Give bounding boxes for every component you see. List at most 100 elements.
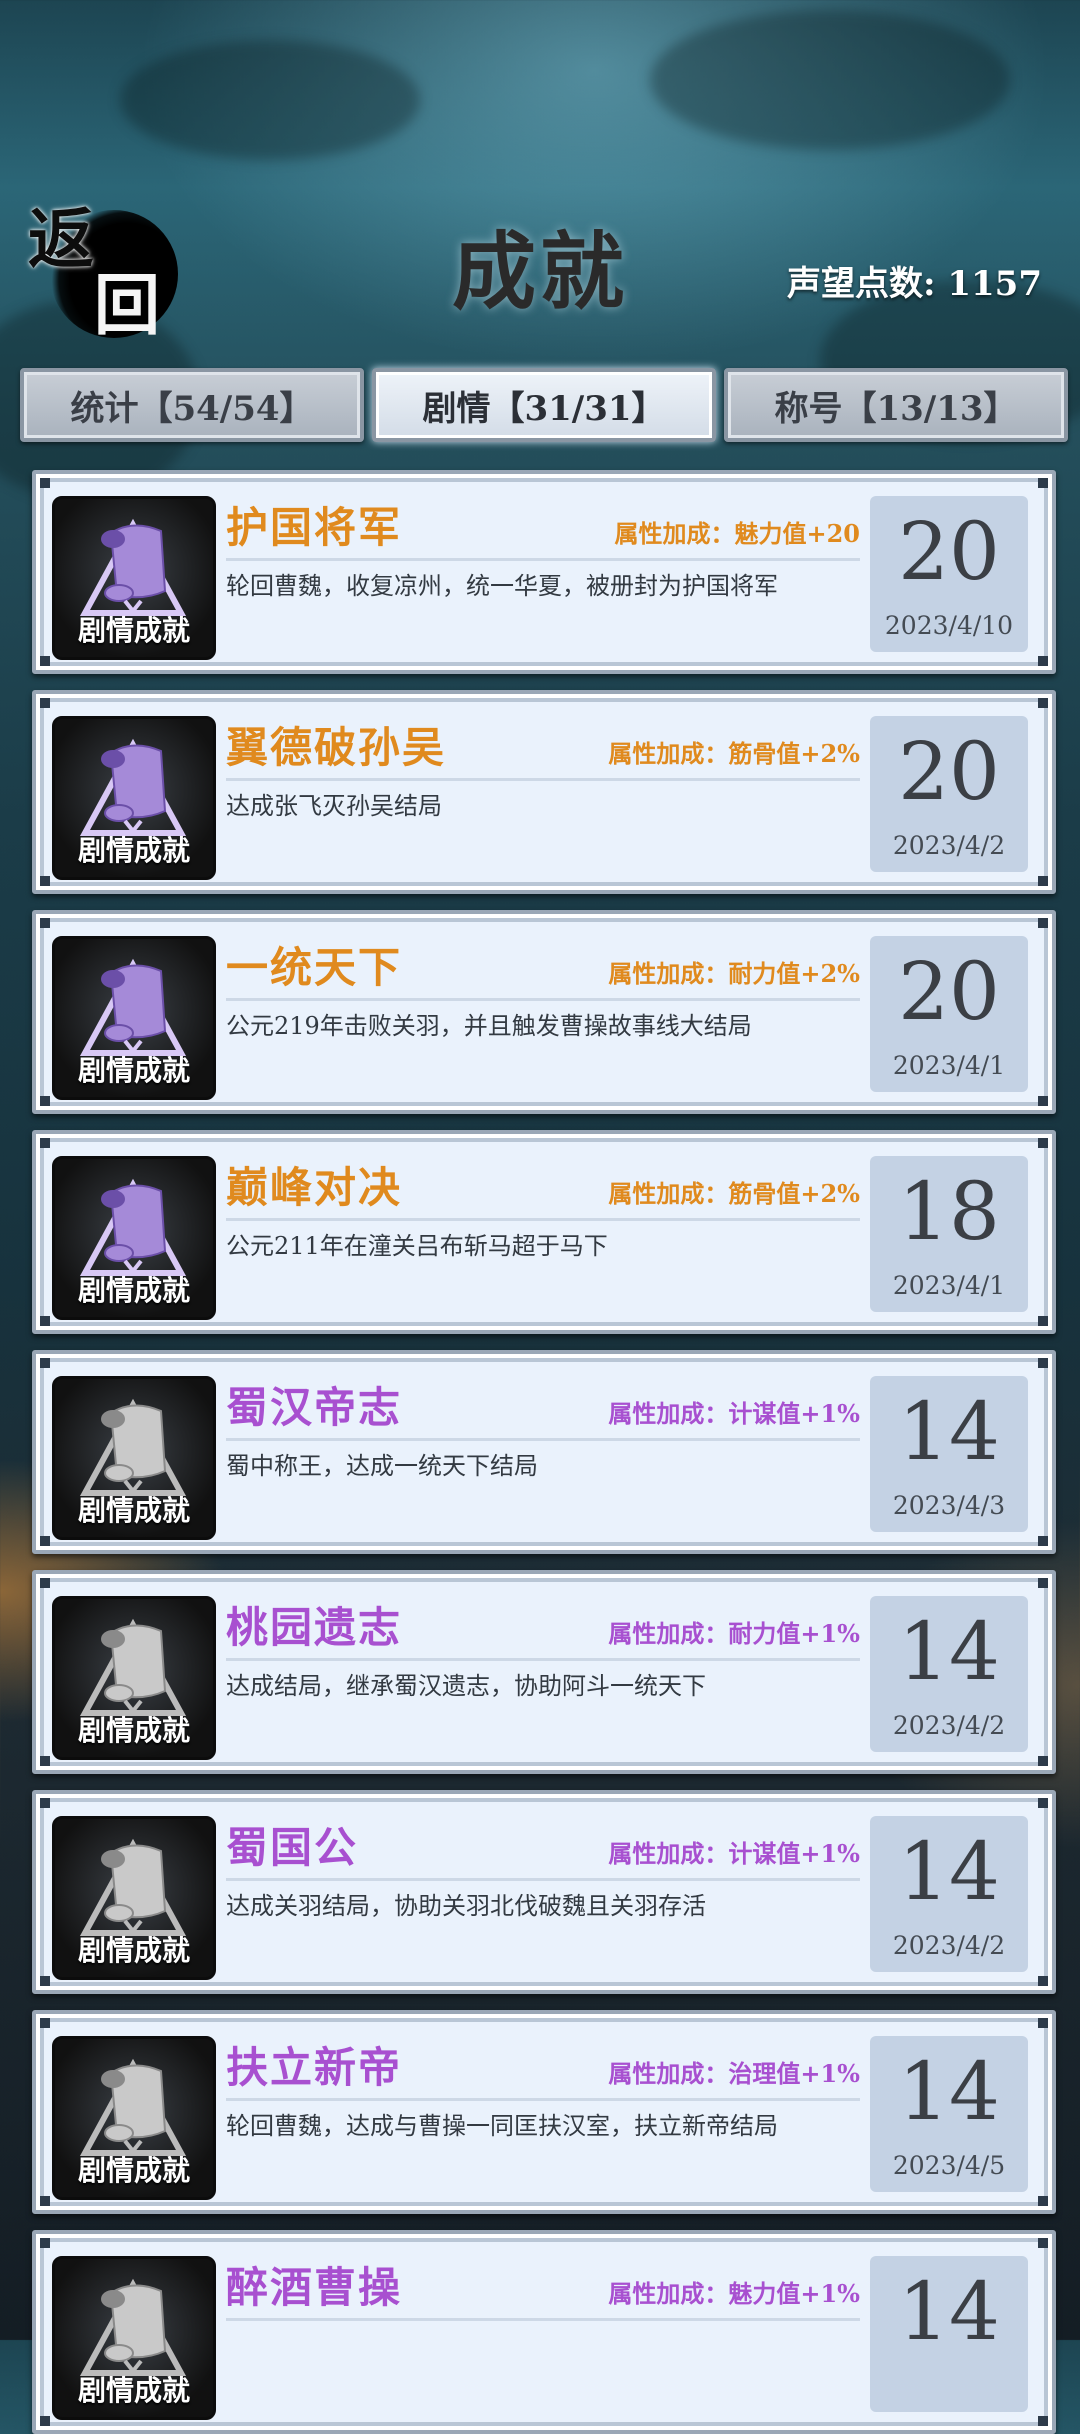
score-box: 14 2023/4/2 [870, 1816, 1028, 1972]
frame-corner [40, 2018, 50, 2028]
achievement-card[interactable]: 剧情成就 蜀国公 属性加成：计谋值+1% 达成关羽结局，协助关羽北伐破魏且关羽存活 14… [32, 1790, 1056, 1994]
achievement-description: 公元219年击败关羽，并且触发曹操故事线大结局 [226, 1012, 752, 1040]
achievement-card[interactable]: 剧情成就 醉酒曹操 属性加成：魅力值+1% 14 [32, 2230, 1056, 2434]
badge-label: 剧情成就 [77, 1274, 190, 1307]
achievement-description: 达成结局，继承蜀汉遗志，协助阿斗一统天下 [226, 1672, 706, 1700]
frame-corner [40, 1096, 50, 1106]
achievement-date: 2023/4/3 [892, 1491, 1006, 1520]
achievement-date: 2023/4/2 [892, 1931, 1006, 1960]
score-box: 20 2023/4/10 [870, 496, 1028, 652]
achievement-description: 轮回曹魏，达成与曹操一同匡扶汉室，扶立新帝结局 [226, 2112, 778, 2140]
frame-corner [40, 1756, 50, 1766]
achievement-title: 桃园遗志 [226, 1603, 403, 1652]
frame-corner [1038, 1096, 1048, 1106]
divider [226, 2098, 860, 2101]
scroll-icon [79, 1618, 187, 1716]
divider [226, 1658, 860, 1661]
achievement-description: 蜀中称王，达成一统天下结局 [226, 1452, 538, 1480]
achievement-card[interactable]: 剧情成就 桃园遗志 属性加成：耐力值+1% 达成结局，继承蜀汉遗志，协助阿斗一统天下 1… [32, 1570, 1056, 1774]
badge-label: 剧情成就 [77, 2374, 190, 2407]
achievement-card[interactable]: 剧情成就 翼德破孙吴 属性加成：筋骨值+2% 达成张飞灭孙吴结局 20 2023/4/2 [32, 690, 1056, 894]
frame-corner [1038, 2238, 1048, 2248]
foliage-shadow [650, 10, 1010, 150]
story-achievement-badge: 剧情成就 [52, 2036, 216, 2200]
story-achievement-badge: 剧情成就 [52, 1376, 216, 1540]
frame-corner [1038, 1578, 1048, 1588]
frame-corner [1038, 918, 1048, 928]
attribute-bonus: 属性加成：计谋值+1% [608, 1839, 860, 1868]
badge-label: 剧情成就 [77, 1934, 190, 1967]
frame-corner [1038, 1358, 1048, 1368]
reputation-points: 声望点数: 1157 [786, 264, 1042, 304]
frame-corner [1038, 1756, 1048, 1766]
badge-label: 剧情成就 [77, 2154, 190, 2187]
scroll-icon [79, 2058, 187, 2156]
frame-corner [40, 1358, 50, 1368]
tab-titles[interactable]: 称号【13/13】 [724, 368, 1068, 442]
scroll-icon [79, 958, 187, 1056]
frame-corner [40, 1578, 50, 1588]
score-box: 20 2023/4/2 [870, 716, 1028, 872]
achievement-card[interactable]: 剧情成就 巅峰对决 属性加成：筋骨值+2% 公元211年在潼关吕布斩马超于马下 18 20… [32, 1130, 1056, 1334]
achievement-date: 2023/4/1 [892, 1271, 1006, 1300]
achievement-score: 20 [898, 725, 1000, 818]
achievement-score: 14 [898, 1385, 1000, 1478]
frame-corner [1038, 1536, 1048, 1546]
achievement-title: 巅峰对决 [226, 1163, 403, 1212]
achievement-title: 翼德破孙吴 [226, 723, 447, 772]
achievement-description: 轮回曹魏，收复凉州，统一华夏，被册封为护国将军 [226, 572, 778, 600]
score-box: 20 2023/4/1 [870, 936, 1028, 1092]
achievement-title: 醉酒曹操 [226, 2263, 403, 2312]
frame-corner [40, 478, 50, 488]
story-achievement-badge: 剧情成就 [52, 1596, 216, 1760]
scroll-icon [79, 1838, 187, 1936]
achievement-card[interactable]: 剧情成就 一统天下 属性加成：耐力值+2% 公元219年击败关羽，并且触发曹操故事线大… [32, 910, 1056, 1114]
frame-corner [40, 2416, 50, 2426]
frame-corner [40, 2196, 50, 2206]
attribute-bonus: 属性加成：魅力值+1% [608, 2279, 860, 2308]
scroll-icon [79, 2278, 187, 2376]
achievement-description: 达成关羽结局，协助关羽北伐破魏且关羽存活 [226, 1892, 706, 1920]
achievement-date: 2023/4/1 [892, 1051, 1006, 1080]
achievement-description: 公元211年在潼关吕布斩马超于马下 [226, 1232, 608, 1260]
tab-story[interactable]: 剧情【31/31】 [372, 368, 716, 442]
tab-statistics[interactable]: 统计【54/54】 [20, 368, 364, 442]
achievement-score: 18 [898, 1165, 1000, 1258]
story-achievement-badge: 剧情成就 [52, 716, 216, 880]
achievement-title: 一统天下 [226, 943, 403, 992]
achievement-title: 扶立新帝 [226, 2043, 403, 2092]
achievement-score: 20 [898, 945, 1000, 1038]
achievement-score: 14 [898, 2045, 1000, 2138]
attribute-bonus: 属性加成：治理值+1% [608, 2059, 860, 2088]
badge-label: 剧情成就 [77, 1494, 190, 1527]
frame-corner [1038, 2018, 1048, 2028]
achievement-date: 2023/4/5 [892, 2151, 1006, 2180]
attribute-bonus: 属性加成：筋骨值+2% [608, 739, 860, 768]
scroll-icon [79, 1178, 187, 1276]
scroll-icon [79, 738, 187, 836]
achievement-card[interactable]: 剧情成就 护国将军 属性加成：魅力值+20 轮回曹魏，收复凉州，统一华夏，被册封为护国… [32, 470, 1056, 674]
achievement-card[interactable]: 剧情成就 扶立新帝 属性加成：治理值+1% 轮回曹魏，达成与曹操一同匡扶汉室，扶立新帝… [32, 2010, 1056, 2214]
score-box: 14 2023/4/2 [870, 1596, 1028, 1752]
achievement-card[interactable]: 剧情成就 蜀汉帝志 属性加成：计谋值+1% 蜀中称王，达成一统天下结局 14 2023/4… [32, 1350, 1056, 1554]
achievement-title: 护国将军 [226, 503, 403, 552]
frame-corner [40, 1798, 50, 1808]
foliage-shadow [120, 40, 420, 160]
story-achievement-badge: 剧情成就 [52, 1816, 216, 1980]
divider [226, 778, 860, 781]
frame-corner [1038, 876, 1048, 886]
achievement-title: 蜀汉帝志 [226, 1383, 403, 1432]
frame-corner [1038, 2416, 1048, 2426]
frame-corner [1038, 656, 1048, 666]
attribute-bonus: 属性加成：耐力值+2% [608, 959, 860, 988]
divider [226, 1438, 860, 1441]
frame-corner [1038, 698, 1048, 708]
divider [226, 2318, 860, 2321]
attribute-bonus: 属性加成：魅力值+20 [614, 519, 860, 548]
story-achievement-badge: 剧情成就 [52, 2256, 216, 2420]
achievement-score: 14 [898, 2265, 1000, 2358]
frame-corner [40, 1976, 50, 1986]
badge-label: 剧情成就 [77, 1054, 190, 1087]
achievement-title: 蜀国公 [226, 1823, 359, 1872]
badge-label: 剧情成就 [77, 614, 190, 647]
